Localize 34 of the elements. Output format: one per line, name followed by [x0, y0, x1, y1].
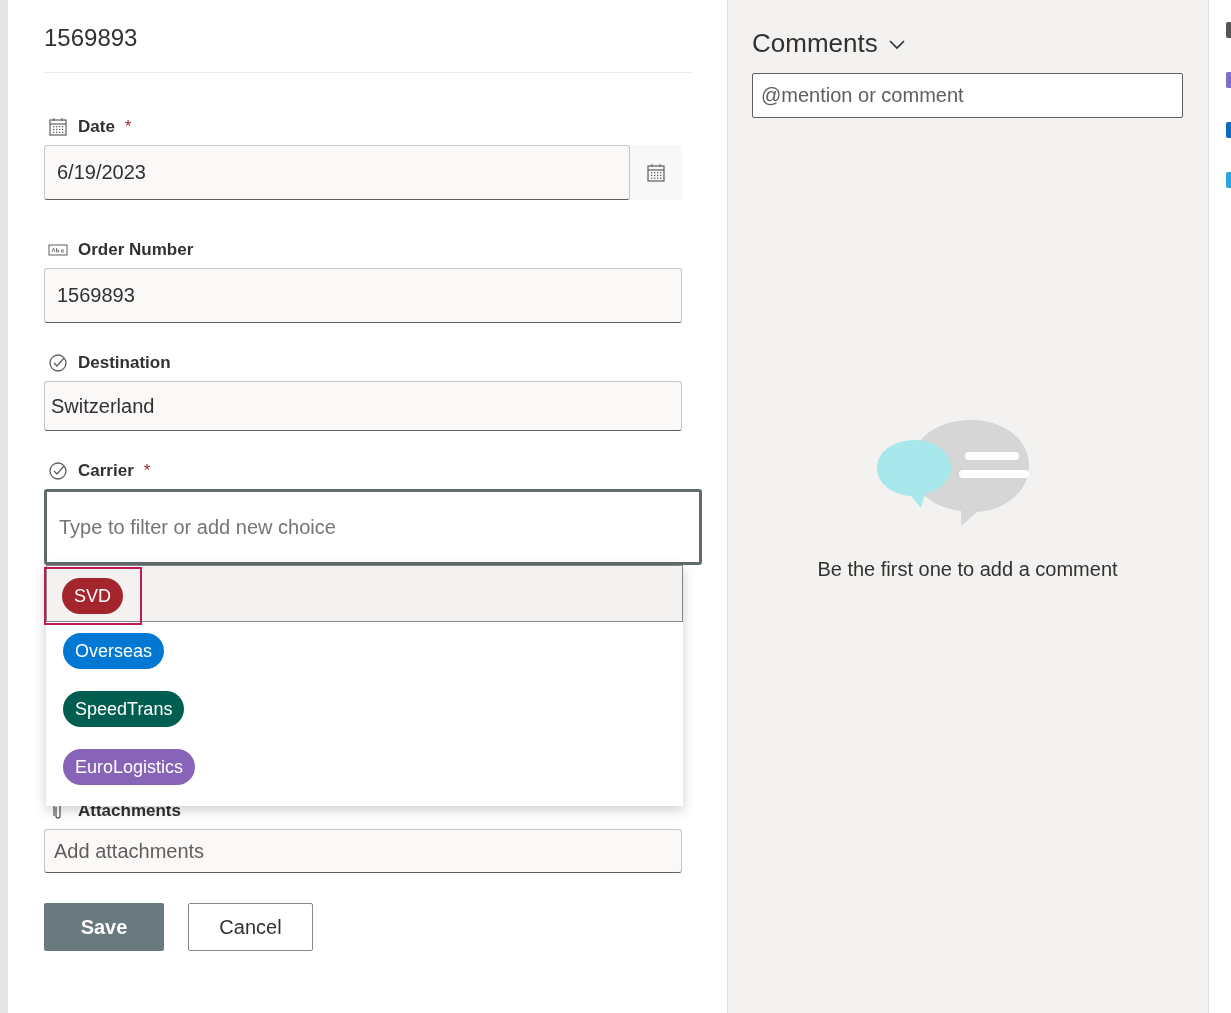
app-icon[interactable]: [1226, 22, 1231, 38]
dropdown-option[interactable]: SVD: [46, 565, 683, 622]
choice-tag: Overseas: [63, 633, 165, 669]
calendar-icon: [48, 117, 68, 137]
choice-tag: SpeedTrans: [63, 691, 185, 727]
attachment-field[interactable]: Add attachments: [44, 829, 682, 873]
dropdown-option[interactable]: SpeedTrans: [46, 680, 683, 738]
field-label: Carrier: [78, 461, 134, 481]
field-label: Order Number: [78, 240, 194, 260]
dropdown-option[interactable]: EuroLogistics: [46, 738, 683, 796]
calendar-icon: [646, 162, 666, 183]
app-icon[interactable]: [1226, 72, 1231, 88]
filter-field[interactable]: Type to filter or add new choice: [44, 489, 702, 565]
app-icon[interactable]: [1226, 172, 1231, 188]
cancel-button[interactable]: Cancel: [188, 903, 313, 951]
choice-tag: SVD: [62, 577, 123, 614]
required-mark: *: [143, 461, 151, 481]
required-mark: *: [124, 117, 132, 137]
empty-comments-message: Be the first one to add a comment: [817, 558, 1118, 581]
field-label: Date: [78, 117, 115, 137]
text-field[interactable]: Switzerland: [44, 381, 682, 431]
check-circle-icon: [48, 353, 68, 373]
check-circle-icon: [48, 461, 68, 481]
field-label: Attachments: [78, 801, 181, 821]
record-title: 1569893: [44, 22, 692, 73]
app-icon[interactable]: [1226, 122, 1231, 138]
comments-header[interactable]: Comments: [752, 28, 906, 59]
date-field[interactable]: 6/19/2023: [44, 145, 630, 200]
comment-field[interactable]: @mention or comment: [752, 73, 1183, 118]
text-field[interactable]: 1569893: [44, 268, 682, 323]
choice-tag: EuroLogistics: [63, 749, 196, 785]
save-button[interactable]: Save: [44, 903, 164, 951]
dropdown-option[interactable]: Overseas: [46, 622, 683, 680]
field-label: Destination: [78, 353, 171, 373]
